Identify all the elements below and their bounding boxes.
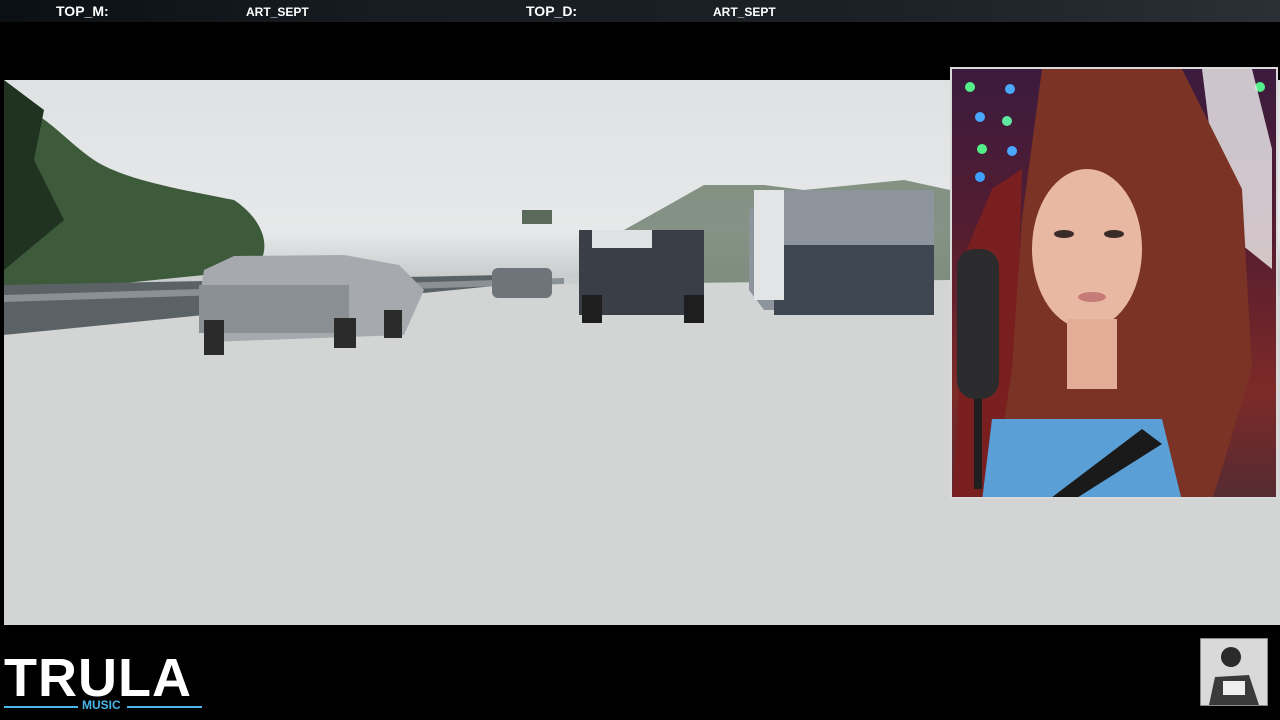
brand-underline-right <box>127 706 202 708</box>
brand-subtitle: MUSIC <box>82 698 121 712</box>
top-d-label: TOP_D: <box>526 3 578 19</box>
top-m-label: TOP_M: <box>56 3 109 19</box>
top-d-value: ART_SEPT <box>713 5 776 19</box>
top-ticker-bar: TOP_M: ART_SEPT TOP_D: ART_SEPT <box>0 0 1280 22</box>
pickup-truck <box>579 230 704 323</box>
streamer-webcam-icon <box>952 69 1272 497</box>
channel-avatar-icon[interactable] <box>1200 638 1268 706</box>
rv-trailer <box>749 190 934 315</box>
brand-underline-left <box>4 706 78 708</box>
webcam-overlay <box>950 67 1278 499</box>
top-m-value: ART_SEPT <box>246 5 309 19</box>
